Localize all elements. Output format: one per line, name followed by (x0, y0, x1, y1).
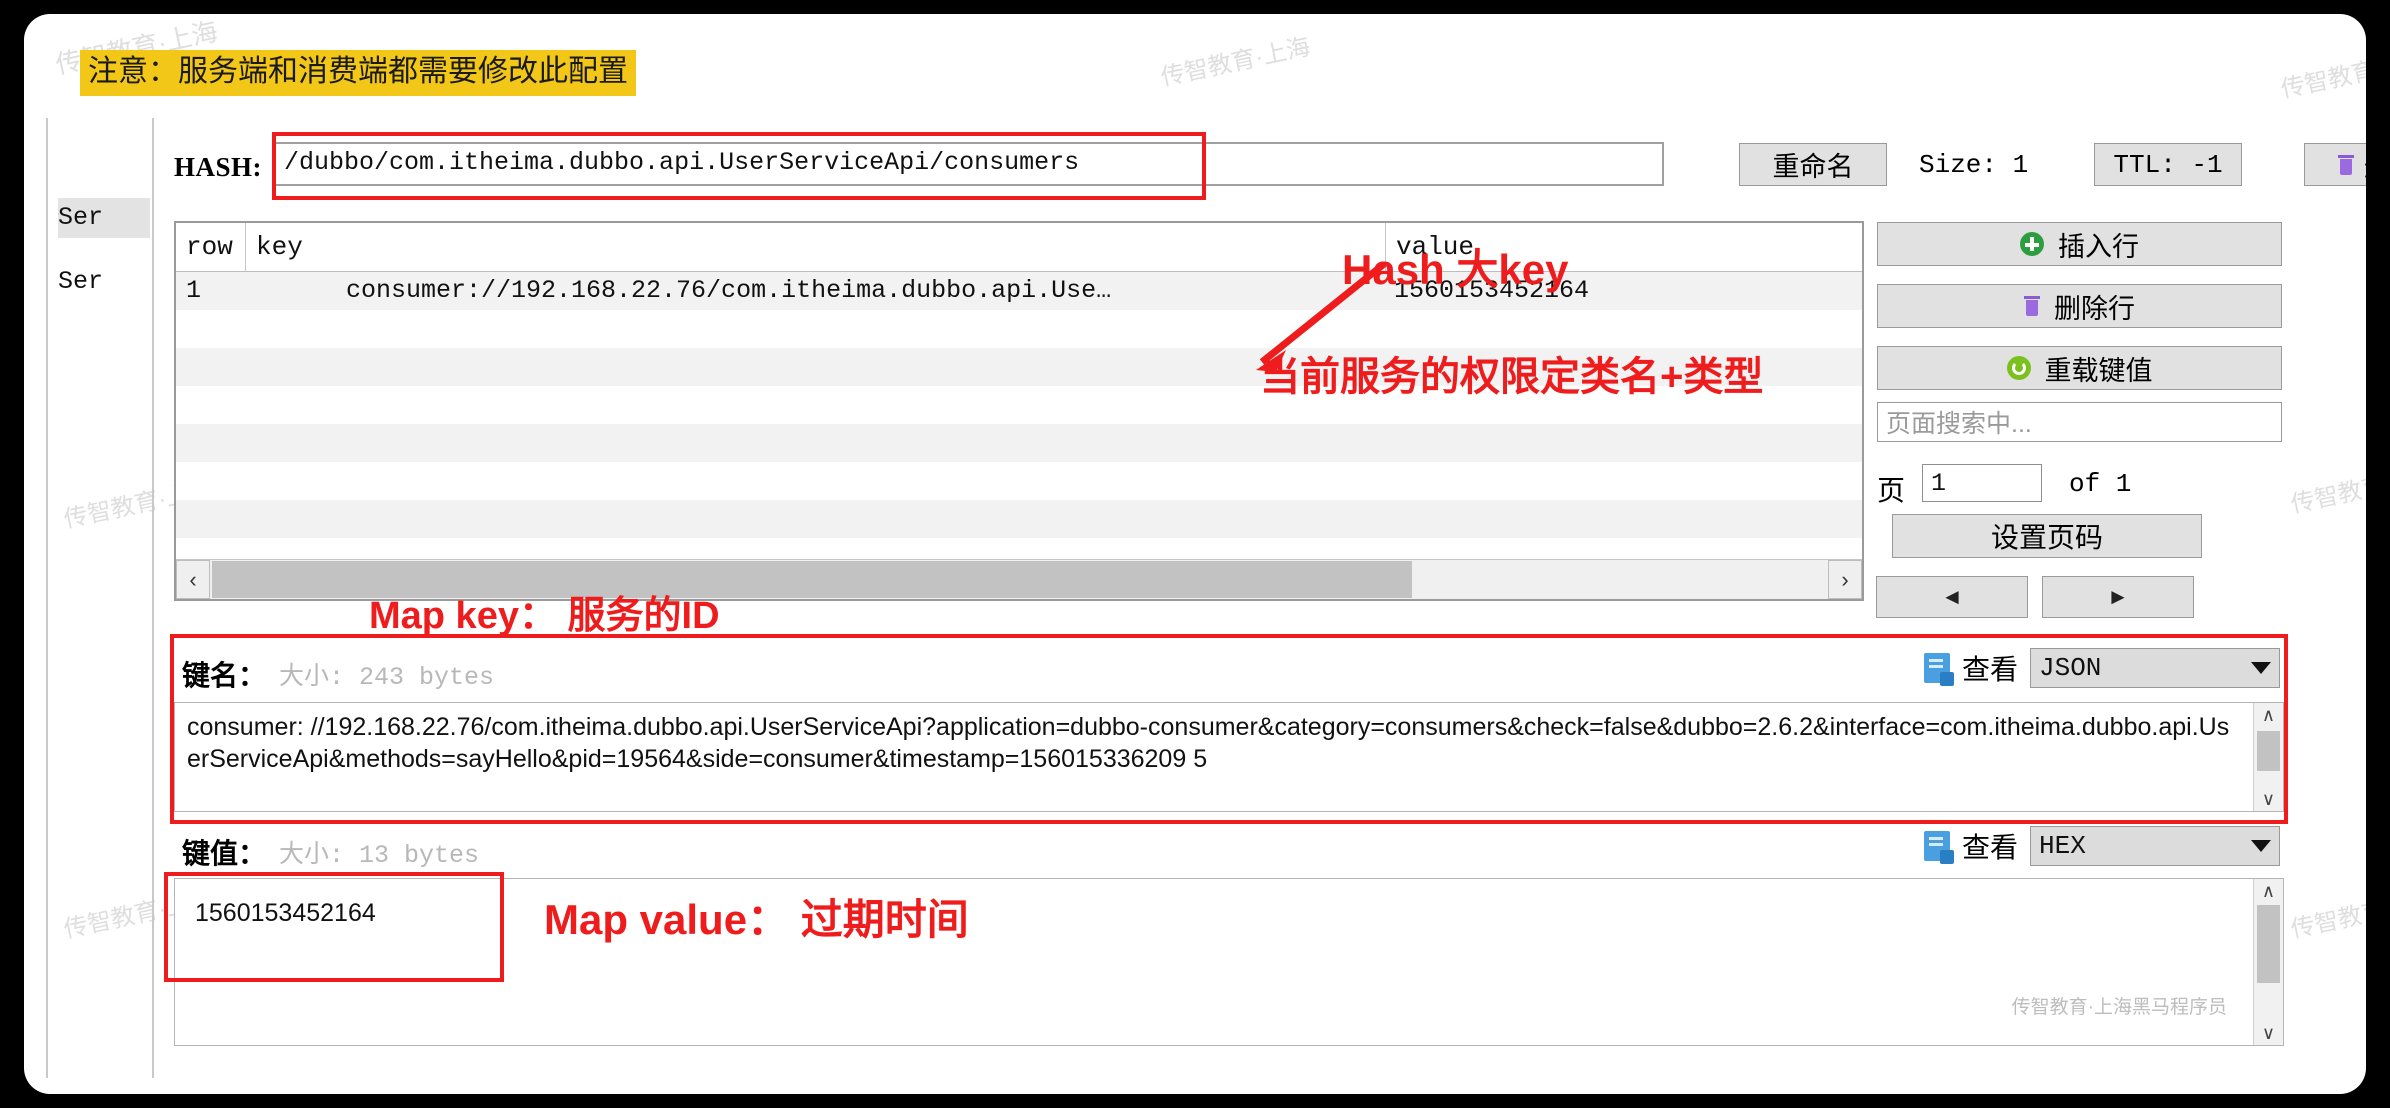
scroll-right-icon[interactable]: › (1828, 560, 1862, 599)
tree-item-service-2[interactable]: Ser (58, 262, 150, 302)
scroll-up-icon[interactable]: ∧ (2254, 703, 2283, 727)
scroll-up-icon[interactable]: ∧ (2254, 879, 2283, 903)
delete-row-label: 删除行 (2054, 293, 2135, 324)
ttl-button[interactable]: TTL: -1 (2094, 143, 2242, 186)
column-header-key[interactable]: key (246, 223, 1386, 271)
view-document-icon[interactable] (1923, 653, 1954, 686)
reload-values-button[interactable]: 重载键值 (1877, 346, 2282, 390)
delete-button-label: 删除 (2364, 145, 2366, 184)
hash-toolbar: HASH: /dubbo/com.itheima.dubbo.api.UserS… (174, 142, 2366, 192)
plus-circle-icon (2020, 232, 2044, 256)
hash-label: HASH: (174, 152, 263, 182)
key-view-group: 查看 JSON (1923, 648, 2280, 688)
key-view-label: 查看 (1961, 654, 2018, 685)
value-format-select[interactable]: HEX (2030, 826, 2280, 866)
scroll-down-icon[interactable]: ∨ (2254, 1021, 2283, 1045)
tree-divider (152, 118, 154, 1078)
cell-key: consumer://192.168.22.76/com.itheima.dub… (346, 276, 1112, 305)
table-row[interactable]: 1 consumer://192.168.22.76/com.itheima.d… (176, 272, 1862, 310)
trash-icon (2024, 296, 2040, 316)
annotation-hash-big-key: Hash 大key (1342, 246, 1569, 293)
page-number-input[interactable]: 1 (1922, 464, 2042, 502)
annotation-map-value: Map value： 过期时间 (544, 896, 969, 943)
set-page-button[interactable]: 设置页码 (1892, 514, 2202, 558)
scrollbar-thumb[interactable] (2257, 731, 2280, 771)
table-row-empty[interactable] (176, 310, 1862, 348)
reload-values-label: 重载键值 (2044, 355, 2153, 386)
key-name-content: consumer: //192.168.22.76/com.itheima.du… (187, 713, 2230, 773)
delete-row-button[interactable]: 删除行 (1877, 284, 2282, 328)
key-name-size: 大小: 243 bytes (279, 663, 495, 692)
annotation-fqcn-type: 当前服务的权限定类名+类型 (1260, 355, 1764, 399)
key-name-textarea[interactable]: consumer: //192.168.22.76/com.itheima.du… (174, 702, 2284, 812)
annotation-map-key: Map key： 服务的ID (369, 595, 720, 637)
key-value-textarea[interactable]: 1560153452164 ∧ ∨ 传智教育·上海黑马程序员 (174, 878, 2284, 1046)
hash-entries-table[interactable]: row key value 1 consumer://192.168.22.76… (174, 221, 1864, 601)
insert-row-button[interactable]: 插入行 (1877, 222, 2282, 266)
insert-row-label: 插入行 (2058, 231, 2139, 262)
previous-page-button[interactable]: ◄ (1876, 576, 2028, 618)
table-header: row key value (176, 223, 1862, 272)
key-name-label: 键名： (182, 661, 267, 692)
hash-input[interactable]: /dubbo/com.itheima.dubbo.api.UserService… (274, 142, 1664, 186)
cell-row-index: 1 (186, 276, 202, 305)
footer-watermark: 传智教育·上海黑马程序员 (2011, 997, 2227, 1018)
key-value-vertical-scrollbar[interactable]: ∧ ∨ (2253, 879, 2283, 1045)
warning-note: 注意：服务端和消费端都需要修改此配置 (80, 50, 636, 96)
reload-circle-icon (2006, 356, 2031, 380)
tree-item-service-1[interactable]: Ser (58, 198, 150, 238)
table-row-empty[interactable] (176, 500, 1862, 538)
key-name-vertical-scrollbar[interactable]: ∧ ∨ (2253, 703, 2283, 811)
scroll-down-icon[interactable]: ∨ (2254, 787, 2283, 811)
value-view-group: 查看 HEX (1923, 826, 2280, 866)
chevron-down-icon (2251, 840, 2271, 852)
next-page-button[interactable]: ► (2042, 576, 2194, 618)
key-format-value: JSON (2039, 653, 2102, 683)
page-total-label: of 1 (2069, 469, 2132, 499)
table-row-empty[interactable] (176, 424, 1862, 462)
key-value-size: 大小: 13 bytes (279, 841, 480, 870)
rename-button[interactable]: 重命名 (1739, 143, 1887, 186)
key-format-select[interactable]: JSON (2030, 648, 2280, 688)
value-format-value: HEX (2039, 831, 2086, 861)
chevron-down-icon (2251, 662, 2271, 674)
key-name-bar: 键名： 大小: 243 bytes 查看 JSON (174, 644, 2284, 696)
scrollbar-thumb[interactable] (2257, 905, 2280, 983)
delete-button[interactable]: 删除 (2304, 143, 2366, 186)
value-view-label: 查看 (1961, 832, 2018, 863)
key-value-bar: 键值： 大小: 13 bytes 查看 HEX (174, 822, 2284, 874)
app-window: 传智教育·上海 传智教育·上海 传智教育·上海 传智教育·上海 传智教育·上海 … (24, 14, 2366, 1094)
column-header-row[interactable]: row (176, 223, 246, 271)
table-row-empty[interactable] (176, 462, 1862, 500)
search-input[interactable]: 页面搜索中... (1877, 402, 2282, 442)
trash-icon (2338, 154, 2354, 175)
size-label: Size: 1 (1919, 150, 2029, 180)
key-value-label: 键值： (182, 839, 267, 870)
scroll-left-icon[interactable]: ‹ (176, 560, 210, 599)
key-value-content: 1560153452164 (195, 899, 376, 927)
page-label: 页 (1877, 475, 1906, 506)
view-document-icon[interactable] (1923, 831, 1954, 864)
panel-divider (46, 118, 48, 1078)
